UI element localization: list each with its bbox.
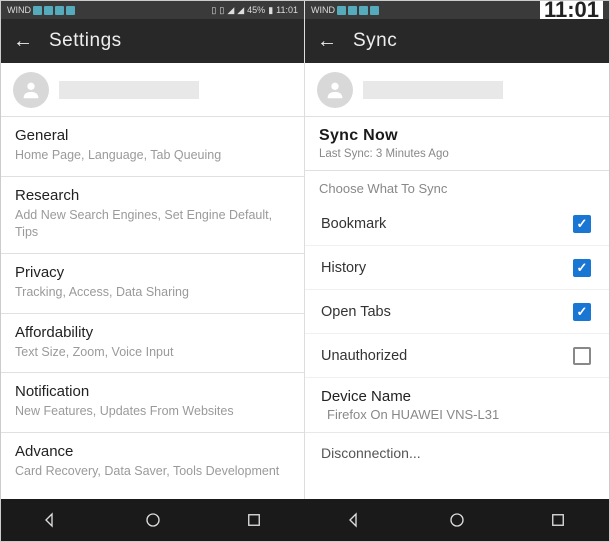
wifi-icon: ◢ (227, 5, 234, 16)
section-title: General (15, 127, 290, 144)
section-subtitle: Tracking, Access, Data Sharing (15, 284, 290, 301)
checkbox[interactable] (573, 303, 591, 321)
device-name-label: Device Name (321, 388, 593, 405)
status-icon (55, 6, 64, 15)
nav-bar (1, 499, 609, 541)
sync-item-label: Bookmark (321, 216, 386, 232)
sync-header: ← Sync (305, 19, 609, 63)
avatar-icon (13, 72, 49, 108)
status-icon (337, 6, 346, 15)
carrier-label: WIND (311, 5, 335, 15)
section-subtitle: Text Size, Zoom, Voice Input (15, 344, 290, 361)
section-title: Research (15, 187, 290, 204)
section-title: Notification (15, 383, 290, 400)
section-advance[interactable]: Advance Card Recovery, Data Saver, Tools… (1, 433, 304, 492)
section-affordability[interactable]: Affordability Text Size, Zoom, Voice Inp… (1, 314, 304, 374)
avatar-icon (317, 72, 353, 108)
section-title: Advance (15, 443, 290, 460)
back-arrow-icon[interactable]: ← (317, 30, 337, 53)
sync-item-label: History (321, 260, 366, 276)
account-name-placeholder (363, 81, 503, 99)
status-bar-left: WIND ▯ ▯ ◢ ◢ 45% ▮ 11:01 (1, 1, 304, 19)
nav-home-button[interactable] (448, 511, 466, 529)
sync-now-label: Sync Now (319, 127, 595, 145)
sync-item-unauthorized[interactable]: Unauthorized (305, 334, 609, 378)
page-title: Sync (353, 30, 397, 52)
nav-back-button[interactable] (347, 511, 365, 529)
sync-item-open-tabs[interactable]: Open Tabs (305, 290, 609, 334)
signal-icon: ◢ (237, 5, 244, 16)
nav-recent-button[interactable] (245, 511, 263, 529)
section-privacy[interactable]: Privacy Tracking, Access, Data Sharing (1, 254, 304, 314)
checkbox[interactable] (573, 259, 591, 277)
section-general[interactable]: General Home Page, Language, Tab Queuing (1, 117, 304, 177)
checkbox[interactable] (573, 347, 591, 365)
status-icon (370, 6, 379, 15)
section-subtitle: Add New Search Engines, Set Engine Defau… (15, 207, 290, 241)
status-icon (66, 6, 75, 15)
section-subtitle: Card Recovery, Data Saver, Tools Develop… (15, 463, 290, 480)
sync-pane: WIND 11:01 ← Sync Sync Now Last Sync: 3 … (305, 1, 609, 499)
status-icon (44, 6, 53, 15)
settings-pane: WIND ▯ ▯ ◢ ◢ 45% ▮ 11:01 ← Settings (1, 1, 305, 499)
choose-what-to-sync-label: Choose What To Sync (305, 171, 609, 202)
section-title: Affordability (15, 324, 290, 341)
last-sync-label: Last Sync: 3 Minutes Ago (319, 148, 595, 160)
status-icon (348, 6, 357, 15)
section-title: Privacy (15, 264, 290, 281)
sync-now-section[interactable]: Sync Now Last Sync: 3 Minutes Ago (305, 117, 609, 171)
clock-label: 11:01 (276, 5, 298, 15)
settings-header: ← Settings (1, 19, 304, 63)
nav-home-button[interactable] (144, 511, 162, 529)
sync-item-label: Open Tabs (321, 304, 391, 320)
account-name-placeholder (59, 81, 199, 99)
vibrate-icon: ▯ (219, 5, 224, 16)
section-notification[interactable]: Notification New Features, Updates From … (1, 373, 304, 433)
sync-item-label: Unauthorized (321, 348, 407, 364)
section-research[interactable]: Research Add New Search Engines, Set Eng… (1, 177, 304, 254)
carrier-label: WIND (7, 5, 31, 15)
device-name-section[interactable]: Device Name Firefox On HUAWEI VNS-L31 (305, 378, 609, 433)
device-name-value: Firefox On HUAWEI VNS-L31 (321, 407, 593, 422)
page-title: Settings (49, 30, 122, 52)
battery-label: 45% (247, 5, 265, 15)
nfc-icon: ▯ (211, 5, 216, 16)
account-row[interactable] (1, 63, 304, 117)
checkbox[interactable] (573, 215, 591, 233)
disconnection-item[interactable]: Disconnection... (305, 433, 609, 473)
sync-item-history[interactable]: History (305, 246, 609, 290)
status-icon (359, 6, 368, 15)
nav-recent-button[interactable] (549, 511, 567, 529)
account-row[interactable] (305, 63, 609, 117)
status-icon (33, 6, 42, 15)
section-subtitle: Home Page, Language, Tab Queuing (15, 147, 290, 164)
back-arrow-icon[interactable]: ← (13, 30, 33, 53)
battery-icon: ▮ (268, 5, 273, 16)
nav-back-button[interactable] (43, 511, 61, 529)
section-subtitle: New Features, Updates From Websites (15, 403, 290, 420)
status-bar-right: WIND 11:01 (305, 1, 609, 19)
sync-item-bookmark[interactable]: Bookmark (305, 202, 609, 246)
